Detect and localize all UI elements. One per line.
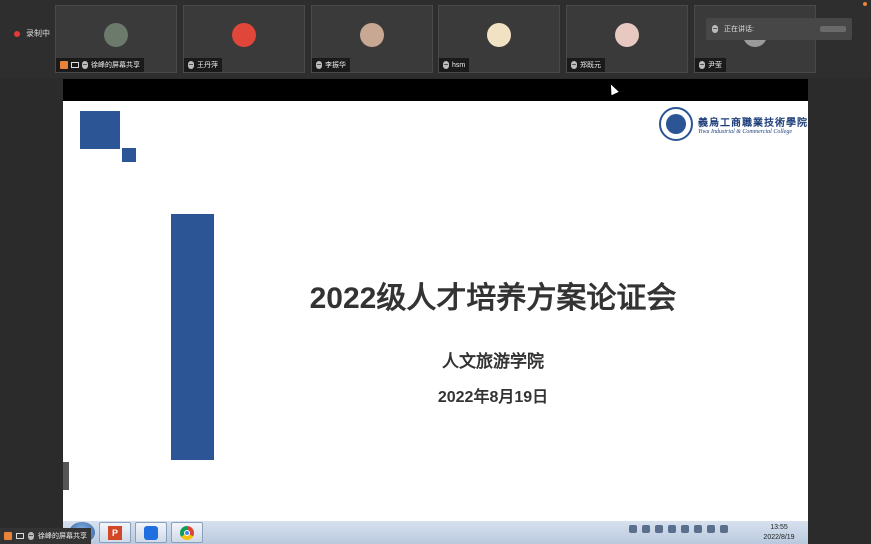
share-header-bar (63, 79, 808, 101)
participant-name: hsm (452, 61, 466, 69)
mic-icon (188, 61, 194, 69)
avatar (615, 23, 639, 47)
notification-dot (863, 2, 867, 6)
college-emblem-icon (659, 107, 693, 141)
participant-tile-5[interactable]: 郑既元 (566, 5, 688, 73)
decor-square-small (122, 148, 136, 162)
meeting-app-icon (144, 525, 158, 540)
participant-name: 郑既元 (580, 62, 601, 69)
bottom-share-text: 徐峰的屏幕共享 (38, 533, 87, 540)
chrome-icon (180, 525, 194, 540)
logo-chinese-name: 義烏工商職業技術學院 (698, 117, 808, 129)
taskbar-clock[interactable]: 13:55 2022/8/19 (753, 523, 805, 543)
participant-name-bar: 徐峰的屏幕共享 (56, 58, 144, 72)
share-icon (4, 532, 12, 540)
screen-icon (71, 62, 79, 68)
mic-icon (699, 61, 705, 69)
powerpoint-icon: P (108, 525, 122, 540)
mic-icon (316, 61, 322, 69)
participant-name-bar: 李振华 (312, 58, 350, 72)
clock-time: 13:55 (770, 524, 788, 531)
side-panel-handle[interactable] (63, 462, 69, 490)
participant-tile-2[interactable]: 王丹萍 (183, 5, 305, 73)
participant-strip: 录制中 徐峰的屏幕共享 王丹萍 李振华 hsm 郑既元 尹莹 正在讲话: (0, 0, 871, 78)
volume-icon[interactable] (720, 525, 728, 533)
mic-icon (712, 25, 718, 33)
slide-date: 2022年8月19日 (437, 389, 549, 406)
bottom-share-label: 徐峰的屏幕共享 (0, 528, 91, 544)
slide-subtitle: 人文旅游学院 (442, 352, 544, 371)
participant-name-bar: 王丹萍 (184, 58, 222, 72)
speaker-name-redacted (820, 26, 846, 32)
tray-icon[interactable] (681, 525, 689, 533)
taskbar-powerpoint[interactable]: P (99, 522, 131, 543)
logo-english-name: Yiwu Industrial & Commercial College (698, 128, 792, 135)
taskbar-chrome[interactable] (171, 522, 203, 543)
mic-icon (28, 532, 34, 540)
participant-name: 徐峰的屏幕共享 (91, 62, 140, 69)
system-tray (629, 525, 728, 533)
tray-icon[interactable] (629, 525, 637, 533)
participant-name-bar: 郑既元 (567, 58, 605, 72)
participant-name: 尹莹 (708, 62, 722, 69)
college-logo: 義烏工商職業技術學院 Yiwu Industrial & Commercial … (659, 107, 808, 141)
avatar (360, 23, 384, 47)
decor-vertical-bar (171, 214, 214, 460)
record-icon (14, 30, 20, 37)
tray-icon[interactable] (655, 525, 663, 533)
mic-icon (82, 61, 88, 69)
avatar (487, 23, 511, 47)
participant-name: 李振华 (325, 62, 346, 69)
avatar (232, 23, 256, 47)
recording-indicator[interactable]: 录制中 (14, 28, 50, 39)
slide-title: 2022级人才培养方案论证会 (309, 282, 677, 315)
recording-label: 录制中 (26, 29, 50, 38)
speaking-label: 正在讲话: (724, 26, 754, 33)
clock-date: 2022/8/19 (763, 534, 795, 541)
share-icon (60, 61, 68, 69)
participant-tile-1[interactable]: 徐峰的屏幕共享 (55, 5, 177, 73)
speaking-indicator: 正在讲话: (706, 18, 852, 40)
screen-icon (16, 533, 24, 539)
mic-icon (571, 61, 577, 69)
windows-taskbar: P 13:55 2022/8/19 (63, 521, 808, 544)
participant-name: 王丹萍 (197, 62, 218, 69)
decor-square-large (80, 111, 120, 149)
tray-icon[interactable] (668, 525, 676, 533)
presentation-slide: 義烏工商職業技術學院 Yiwu Industrial & Commercial … (63, 101, 808, 521)
participant-name-bar: hsm (439, 58, 470, 72)
network-icon[interactable] (707, 525, 715, 533)
avatar (104, 23, 128, 47)
mic-icon (443, 61, 449, 69)
participant-tile-4[interactable]: hsm (438, 5, 560, 73)
participant-tile-3[interactable]: 李振华 (311, 5, 433, 73)
taskbar-tencent-meeting[interactable] (135, 522, 167, 543)
tray-icon[interactable] (694, 525, 702, 533)
participant-name-bar: 尹莹 (695, 58, 726, 72)
help-icon[interactable] (642, 525, 650, 533)
